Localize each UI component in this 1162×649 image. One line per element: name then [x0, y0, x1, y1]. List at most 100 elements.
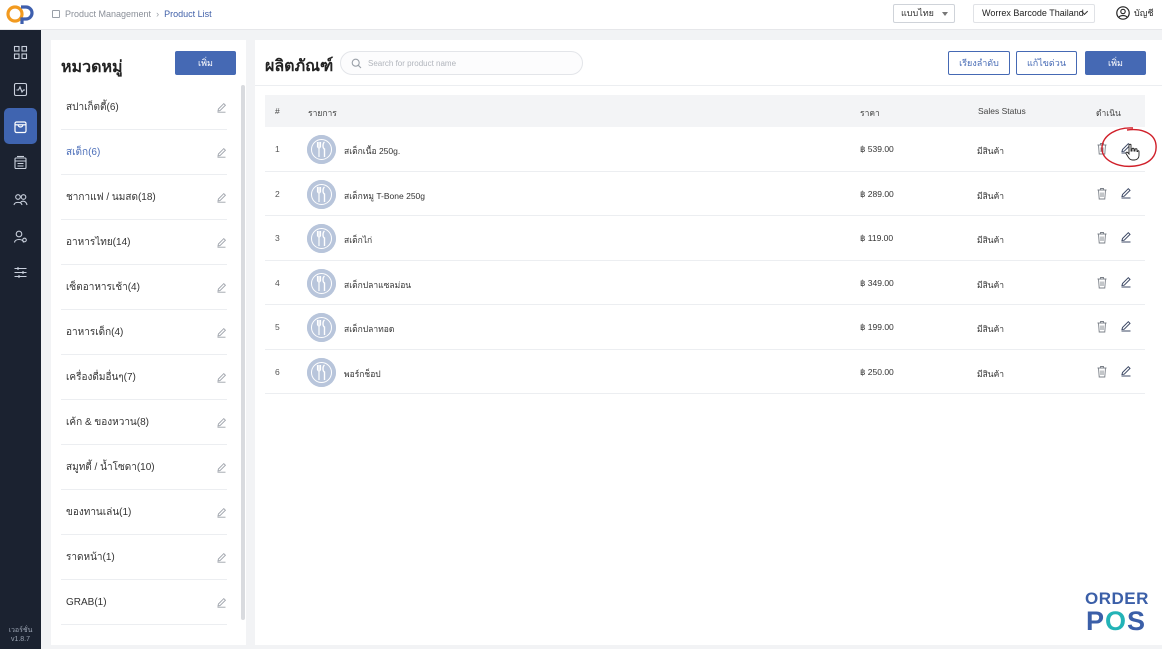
column-item: รายการ	[308, 108, 337, 118]
orderpos-logo: ORDER POS	[1085, 590, 1149, 637]
category-item[interactable]: เครื่องดื่มอื่นๆ(7)	[61, 355, 227, 400]
nav-menu[interactable]	[4, 146, 37, 178]
edit-icon[interactable]	[216, 372, 227, 383]
category-item[interactable]: GRAB(1)	[61, 580, 227, 625]
edit-icon[interactable]	[1120, 276, 1132, 288]
edit-icon[interactable]	[216, 462, 227, 473]
quick-edit-button[interactable]: แก้ไขด่วน	[1016, 51, 1077, 75]
category-item[interactable]: สเต็ก(6)	[61, 130, 227, 175]
category-item[interactable]: เค้ก & ของหวาน(8)	[61, 400, 227, 445]
trash-icon[interactable]	[1096, 365, 1108, 378]
nav-dashboard[interactable]	[4, 36, 37, 68]
edit-icon[interactable]	[216, 597, 227, 608]
edit-icon[interactable]	[1120, 231, 1132, 243]
column-sales-status: Sales Status	[978, 106, 1026, 116]
product-table: # รายการ ราคา Sales Status ดำเนิน 1 สเต็ก…	[265, 95, 1145, 394]
search-input[interactable]	[368, 56, 568, 71]
edit-icon[interactable]	[216, 192, 227, 203]
product-name[interactable]: สเต็กปลาแซลม่อน	[344, 278, 411, 292]
language-select-value: แบบไทย	[901, 8, 934, 18]
row-index: 4	[275, 277, 280, 288]
category-item[interactable]: อาหารเด็ก(4)	[61, 310, 227, 355]
dashboard-icon	[13, 45, 28, 59]
menu-icon	[14, 155, 27, 169]
edit-icon[interactable]	[1120, 320, 1132, 332]
app-logo-icon[interactable]	[6, 3, 34, 25]
nav-users[interactable]	[4, 220, 37, 252]
product-name[interactable]: สเต็กปลาทอด	[344, 322, 394, 336]
edit-icon[interactable]	[216, 147, 227, 158]
sort-button[interactable]: เรียงลำดับ	[948, 51, 1010, 75]
trash-icon[interactable]	[1096, 231, 1108, 244]
edit-icon[interactable]	[216, 102, 227, 113]
table-body: 1 สเต็กเนื้อ 250g. ฿ 539.00 มีสินค้า 2 สเต็กห…	[265, 127, 1145, 394]
product-thumbnail	[307, 268, 336, 298]
language-select[interactable]: แบบไทย	[893, 4, 955, 23]
trash-icon[interactable]	[1096, 142, 1108, 155]
trash-icon[interactable]	[1096, 187, 1108, 200]
edit-icon[interactable]	[1120, 365, 1132, 377]
user-circle-icon	[1116, 6, 1130, 20]
add-category-button[interactable]: เพิ่ม	[175, 51, 236, 75]
nav-analytics[interactable]	[4, 73, 37, 105]
table-row[interactable]: 2 สเต็กหมู T-Bone 250g ฿ 289.00 มีสินค้า	[265, 172, 1145, 216]
product-name[interactable]: พอร์กช็อป	[344, 367, 381, 381]
row-index: 1	[275, 144, 280, 154]
breadcrumb-product-list[interactable]: Product List	[164, 9, 212, 19]
category-item[interactable]: ของทานเล่น(1)	[61, 490, 227, 535]
row-index: 5	[275, 322, 280, 332]
product-icon	[14, 120, 27, 133]
nav-product[interactable]	[4, 108, 37, 144]
edit-icon[interactable]	[216, 237, 227, 248]
category-item[interactable]: สปาเก็ตตี้(6)	[61, 85, 227, 130]
edit-icon[interactable]	[216, 507, 227, 518]
category-item[interactable]: อาหารไทย(14)	[61, 220, 227, 265]
product-title: ผลิตภัณฑ์	[265, 58, 334, 75]
version-info: เวอร์ชั่น v1.8.7	[0, 626, 41, 644]
category-item-label: ชากาแฟ / นมสด(18)	[66, 191, 156, 203]
trash-icon[interactable]	[1096, 320, 1108, 333]
category-item[interactable]: ชากาแฟ / นมสด(18)	[61, 175, 227, 220]
product-panel: ผลิตภัณฑ์ เรียงลำดับ แก้ไขด่วน เพิ่ม # ร…	[255, 40, 1162, 645]
edit-icon[interactable]	[216, 282, 227, 293]
category-item-label: สปาเก็ตตี้(6)	[66, 101, 119, 113]
table-row[interactable]: 4 สเต็กปลาแซลม่อน ฿ 349.00 มีสินค้า	[265, 261, 1145, 305]
divider	[255, 85, 1162, 86]
product-search[interactable]	[340, 51, 583, 75]
fork-knife-icon	[307, 224, 336, 253]
table-row[interactable]: 3 สเต็กไก่ ฿ 119.00 มีสินค้า	[265, 216, 1145, 261]
product-price: ฿ 349.00	[860, 277, 894, 288]
sales-status: มีสินค้า	[977, 279, 1005, 290]
trash-icon[interactable]	[1096, 276, 1108, 289]
document-icon	[52, 10, 60, 18]
nav-customers[interactable]	[4, 183, 37, 215]
table-row[interactable]: 5 สเต็กปลาทอด ฿ 199.00 มีสินค้า	[265, 305, 1145, 350]
product-name[interactable]: สเต็กไก่	[344, 233, 372, 247]
edit-icon[interactable]	[216, 552, 227, 563]
product-price: ฿ 119.00	[860, 233, 894, 243]
version-label: เวอร์ชั่น	[8, 627, 33, 634]
category-item[interactable]: ราดหน้า(1)	[61, 535, 227, 580]
category-item[interactable]: เซ็ตอาหารเช้า(4)	[61, 265, 227, 310]
category-scrollbar[interactable]	[241, 85, 245, 620]
category-item[interactable]: สมูทตี้ / น้ำโซดา(10)	[61, 445, 227, 490]
account-button[interactable]: บัญชี	[1116, 6, 1154, 20]
edit-icon[interactable]	[216, 327, 227, 338]
edit-icon[interactable]	[216, 417, 227, 428]
table-row[interactable]: 1 สเต็กเนื้อ 250g. ฿ 539.00 มีสินค้า	[265, 127, 1145, 172]
store-select[interactable]: Worrex Barcode Thailand	[973, 4, 1095, 23]
row-index: 3	[275, 233, 280, 243]
edit-icon[interactable]	[1120, 142, 1132, 154]
edit-icon[interactable]	[1120, 187, 1132, 199]
breadcrumb-separator: ›	[156, 9, 160, 19]
column-price: ราคา	[860, 108, 880, 118]
category-item-label: ของทานเล่น(1)	[66, 506, 132, 518]
table-row[interactable]: 6 พอร์กช็อป ฿ 250.00 มีสินค้า	[265, 350, 1145, 394]
breadcrumb-product-management[interactable]: Product Management	[65, 9, 151, 19]
add-product-button[interactable]: เพิ่ม	[1085, 51, 1146, 75]
left-nav: เวอร์ชั่น v1.8.7	[0, 30, 41, 649]
product-name[interactable]: สเต็กหมู T-Bone 250g	[344, 189, 425, 203]
nav-settings[interactable]	[4, 256, 37, 288]
product-name[interactable]: สเต็กเนื้อ 250g.	[344, 144, 400, 158]
account-label: บัญชี	[1134, 8, 1154, 18]
